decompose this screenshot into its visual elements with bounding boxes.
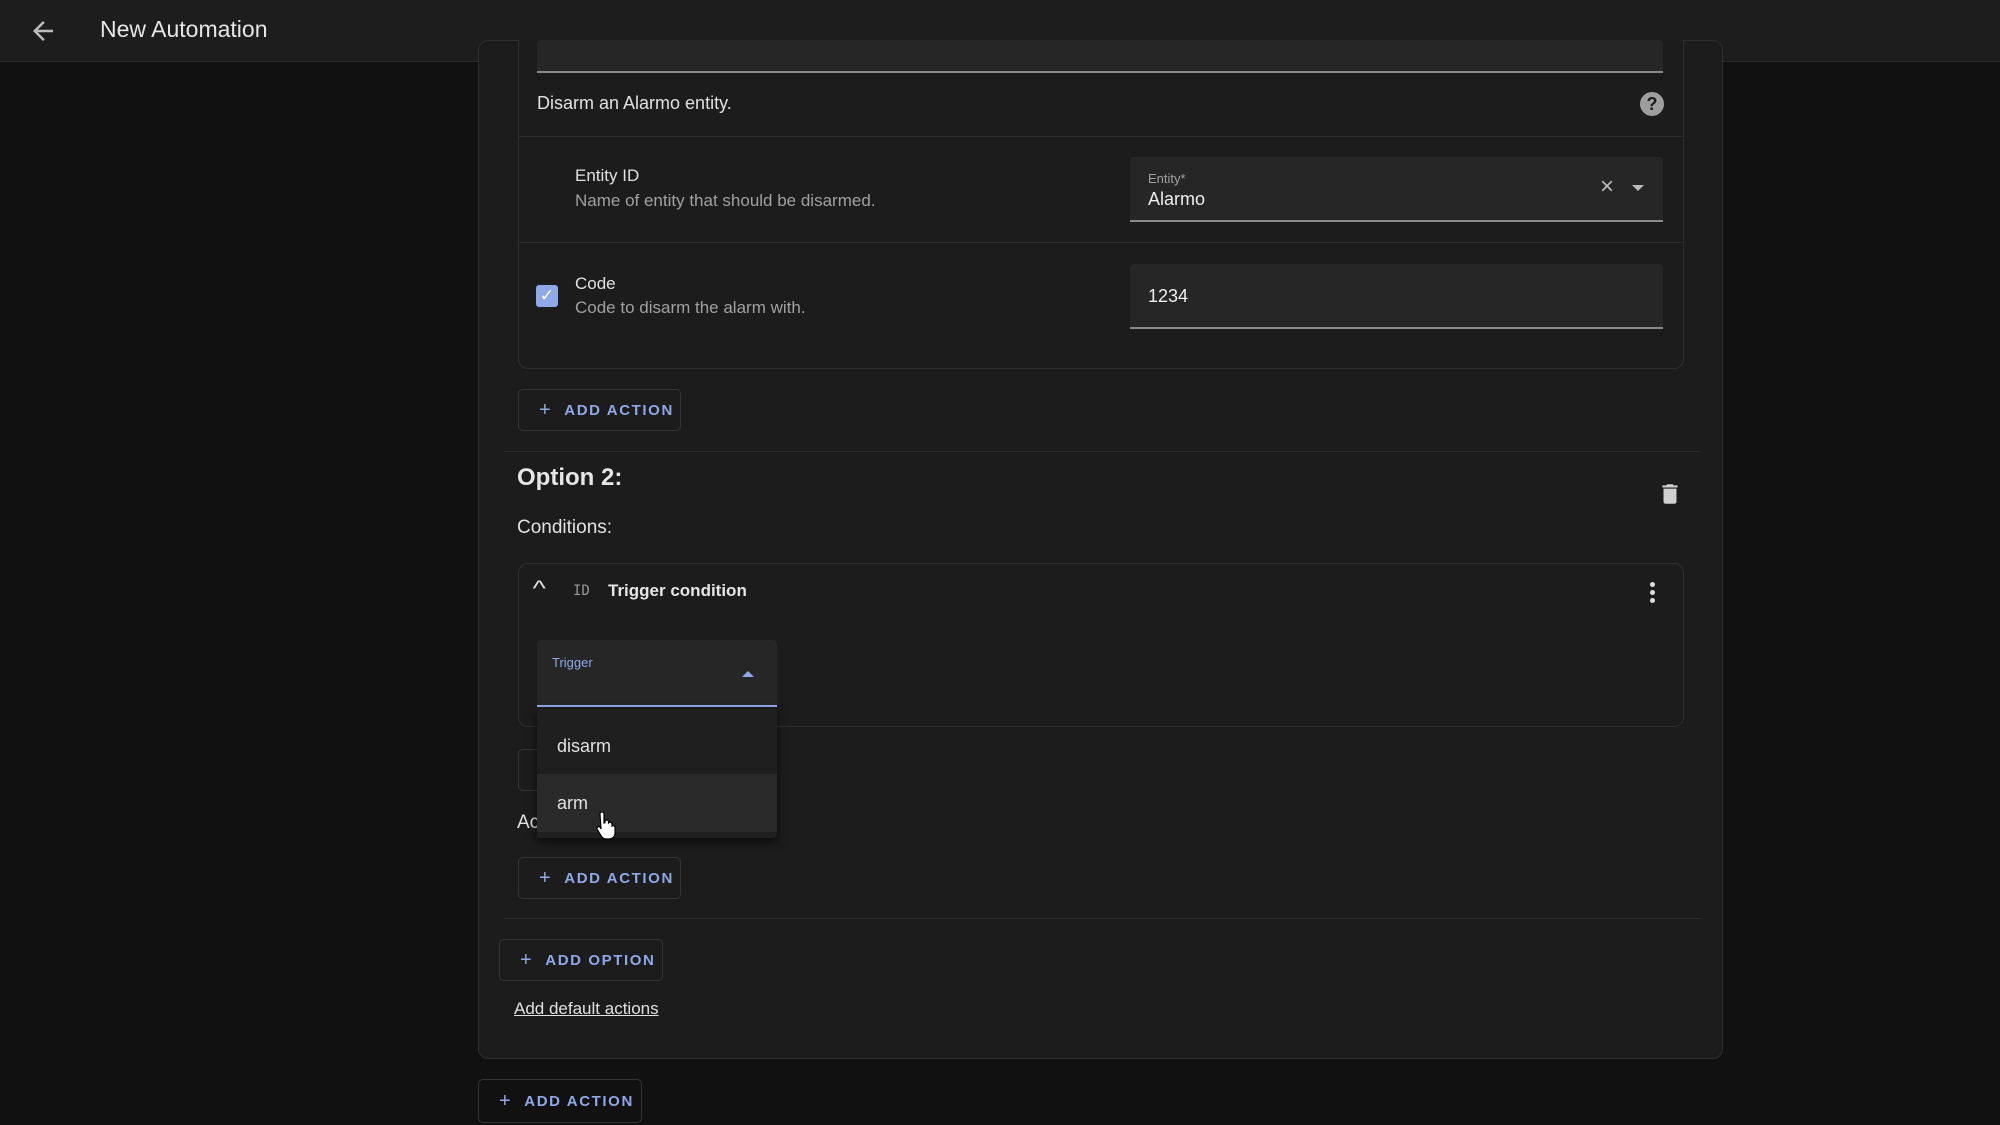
add-action-label: ADD ACTION xyxy=(524,1092,634,1110)
divider xyxy=(504,451,1700,452)
service-field[interactable] xyxy=(537,40,1663,73)
id-badge-icon: ID xyxy=(573,583,590,599)
more-options-icon[interactable] xyxy=(1650,582,1655,603)
code-value: 1234 xyxy=(1148,286,1189,306)
trigger-dropdown-menu: disarm arm xyxy=(537,709,777,838)
add-default-actions-link[interactable]: Add default actions xyxy=(514,999,659,1019)
trash-icon[interactable] xyxy=(1657,481,1683,507)
entity-id-description: Name of entity that should be disarmed. xyxy=(575,191,876,210)
conditions-label: Conditions: xyxy=(517,517,613,538)
add-action-button-bottom[interactable]: + ADD ACTION xyxy=(478,1079,642,1123)
caret-down-icon[interactable] xyxy=(1632,185,1644,191)
hand-cursor-icon xyxy=(596,812,616,840)
action-description: Disarm an Alarmo entity. xyxy=(537,93,732,113)
dropdown-option-arm[interactable]: arm xyxy=(537,774,777,832)
divider xyxy=(518,136,1684,137)
add-action-button[interactable]: + ADD ACTION xyxy=(518,857,681,899)
add-option-button[interactable]: + ADD OPTION xyxy=(499,939,663,981)
add-option-label: ADD OPTION xyxy=(545,951,656,969)
divider xyxy=(518,242,1684,243)
caret-up-icon xyxy=(742,671,754,677)
option-2-title: Option 2: xyxy=(517,464,623,491)
divider xyxy=(504,918,1700,919)
add-action-label: ADD ACTION xyxy=(564,401,674,419)
code-input[interactable]: 1234 xyxy=(1130,264,1663,329)
page-title: New Automation xyxy=(100,16,268,42)
code-checkbox[interactable]: ✓ xyxy=(536,285,558,307)
help-icon[interactable]: ? xyxy=(1640,92,1664,116)
entity-field-label: Entity* xyxy=(1148,171,1186,186)
plus-icon: + xyxy=(539,866,553,889)
chevron-up-icon[interactable]: ^ xyxy=(532,576,545,602)
code-description: Code to disarm the alarm with. xyxy=(575,298,806,317)
add-action-label: ADD ACTION xyxy=(564,869,674,887)
plus-icon: + xyxy=(539,398,553,421)
arrow-left-icon[interactable] xyxy=(28,16,58,46)
entity-select[interactable]: Entity* Alarmo × xyxy=(1130,157,1663,222)
entity-value: Alarmo xyxy=(1148,189,1206,209)
clear-icon[interactable]: × xyxy=(1600,173,1614,201)
code-label: Code xyxy=(575,274,616,293)
dropdown-option-disarm[interactable]: disarm xyxy=(537,719,777,774)
trigger-select-label: Trigger xyxy=(552,655,593,670)
entity-id-label: Entity ID xyxy=(575,166,640,185)
option-label: disarm xyxy=(557,736,612,756)
option-label: arm xyxy=(557,793,588,813)
plus-icon: + xyxy=(499,1089,513,1112)
add-action-button[interactable]: + ADD ACTION xyxy=(518,389,681,431)
plus-icon: + xyxy=(520,948,534,971)
trigger-select[interactable]: Trigger xyxy=(537,640,777,707)
condition-title: Trigger condition xyxy=(608,581,747,600)
